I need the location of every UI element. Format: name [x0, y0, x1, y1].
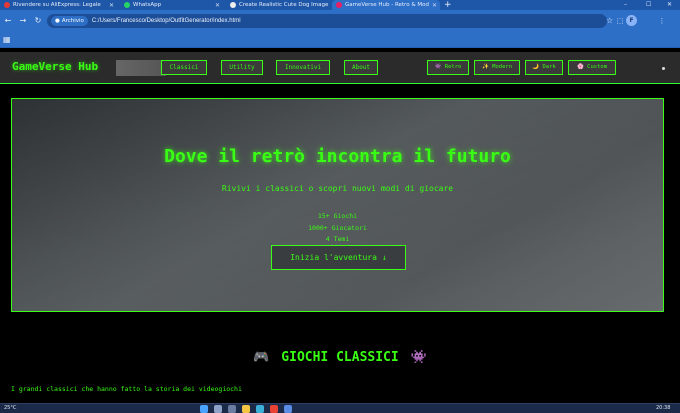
browser-tab-gameverse[interactable]: GameVerse Hub - Retro & Mod ✕: [332, 0, 440, 10]
alien-icon: 👾: [434, 64, 442, 70]
browser-tab-whatsapp[interactable]: WhatsApp ✕: [120, 0, 224, 10]
hero-background: [12, 99, 663, 311]
maximize-button[interactable]: ☐: [646, 0, 651, 10]
explorer-icon[interactable]: [242, 405, 250, 413]
flower-icon: 🌸: [576, 64, 584, 70]
nav-highlight: [116, 60, 166, 76]
arrow-down-icon: ↓: [381, 253, 387, 262]
forward-arrow-icon[interactable]: →: [18, 15, 28, 27]
url-text[interactable]: C:/Users/Francesco/Desktop/OutfitGenerat…: [92, 18, 241, 24]
start-icon[interactable]: [200, 405, 208, 413]
file-icon: ●: [55, 18, 60, 24]
profile-avatar[interactable]: F: [626, 15, 637, 26]
address-bar[interactable]: ● Archivio C:/Users/Francesco/Desktop/Ou…: [47, 14, 607, 28]
tab-title: Create Realistic Cute Dog Image: [239, 2, 329, 8]
site-info-chip[interactable]: ● Archivio: [51, 16, 88, 26]
edge-icon[interactable]: [256, 405, 264, 413]
theme-custom-button[interactable]: 🌸 Custom: [568, 60, 616, 75]
theme-modern-button[interactable]: ✨ Modern: [474, 60, 520, 75]
weather-widget[interactable]: 25°C: [4, 405, 16, 411]
stat-games: 15+ Giochi: [317, 212, 358, 220]
tab-title: Rivendere su AliExpress: Legale: [13, 2, 101, 8]
nav-classici[interactable]: Classici: [161, 60, 207, 75]
store-icon[interactable]: [284, 405, 292, 413]
whatsapp-favicon-icon: [124, 2, 130, 8]
site-chip-label: Archivio: [61, 18, 84, 24]
close-window-button[interactable]: ✕: [667, 0, 672, 10]
bookmark-star-icon[interactable]: ☆: [606, 14, 613, 28]
taskbar-app-icons: [200, 405, 292, 413]
close-tab-icon[interactable]: ✕: [215, 2, 220, 9]
cta-label: Inizia l'avventura: [290, 253, 377, 262]
theme-retro-button[interactable]: 👾 Retro: [427, 60, 469, 75]
hero-section: Dove il retrò incontra il futuro Rivivi …: [11, 98, 664, 312]
tab-title: WhatsApp: [133, 2, 162, 8]
browser-tab-aliexpress[interactable]: Rivendere su AliExpress: Legale ✕: [0, 0, 118, 10]
hero-subtitle: Rivivi i classici o scopri nuovi modi di…: [221, 184, 454, 193]
minimize-button[interactable]: –: [624, 0, 627, 10]
apps-grid-icon[interactable]: ▦: [3, 36, 11, 44]
theme-label: Modern: [492, 64, 513, 70]
classics-section-title: 🎮 GIOCHI CLASSICI 👾: [0, 350, 680, 365]
aliexpress-favicon-icon: [4, 2, 10, 8]
nav-about[interactable]: About: [344, 60, 378, 75]
hero-title: Dove il retrò incontra il futuro: [164, 146, 511, 167]
reload-icon[interactable]: ↻: [33, 15, 43, 27]
classics-section-subtitle: I grandi classici che hanno fatto la sto…: [11, 385, 242, 393]
tab-title: GameVerse Hub - Retro & Mod: [345, 2, 429, 8]
browser-tab-strip: Rivendere su AliExpress: Legale ✕ WhatsA…: [0, 0, 680, 10]
task-view-icon[interactable]: [228, 405, 236, 413]
stat-themes: 4 Temi: [325, 235, 350, 243]
browser-tab-dog-image[interactable]: Create Realistic Cute Dog Image ✕: [226, 0, 330, 10]
menu-dots-icon[interactable]: ⋮: [656, 15, 668, 27]
search-icon[interactable]: [214, 405, 222, 413]
moon-icon: 🌙: [532, 64, 540, 70]
site-header: GameVerse Hub Classici Utility Innovativ…: [0, 52, 680, 84]
nav-utility[interactable]: Utility: [221, 60, 263, 75]
os-taskbar: 25°C 20:38: [0, 403, 680, 413]
close-tab-icon[interactable]: ✕: [432, 2, 437, 9]
gameverse-favicon-icon: [336, 2, 342, 8]
gamepad-icon: 🎮: [253, 350, 270, 365]
stat-players: 1000+ Giocatori: [308, 224, 367, 232]
sparkles-icon: ✨: [481, 64, 489, 70]
theme-label: Dark: [542, 64, 556, 70]
close-tab-icon[interactable]: ✕: [109, 2, 114, 9]
section-heading: GIOCHI CLASSICI: [281, 350, 399, 365]
site-logo[interactable]: GameVerse Hub: [12, 60, 98, 73]
back-arrow-icon[interactable]: ←: [3, 15, 13, 27]
browser-toolbar: ← → ↻ ● Archivio C:/Users/Francesco/Desk…: [0, 10, 680, 32]
theme-label: Custom: [587, 64, 608, 70]
theme-dark-button[interactable]: 🌙 Dark: [525, 60, 563, 75]
chatgpt-favicon-icon: [230, 2, 236, 8]
bookmarks-bar: ▦: [0, 32, 680, 48]
chrome-icon[interactable]: [270, 405, 278, 413]
start-adventure-button[interactable]: Inizia l'avventura ↓: [271, 245, 406, 270]
nav-innovativi[interactable]: Innovativi: [276, 60, 330, 75]
header-dot: [662, 67, 665, 70]
alien-icon: 👾: [410, 350, 427, 365]
new-tab-button[interactable]: +: [444, 0, 452, 10]
taskbar-clock: 20:38: [656, 405, 671, 411]
extensions-icon[interactable]: ⬚: [614, 15, 626, 27]
theme-label: Retro: [444, 64, 462, 70]
